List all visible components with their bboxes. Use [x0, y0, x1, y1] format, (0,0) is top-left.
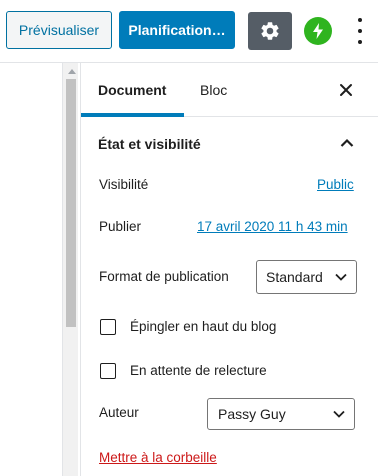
visibility-toggle-link[interactable]: Public — [317, 177, 354, 192]
panel-title: État et visibilité — [98, 136, 201, 152]
sidebar-tabs: Document Bloc — [81, 63, 378, 117]
author-label: Auteur — [99, 405, 139, 420]
settings-button[interactable] — [248, 12, 292, 50]
scroll-thumb[interactable] — [66, 79, 76, 327]
jetpack-button[interactable] — [304, 17, 332, 45]
more-vertical-icon — [358, 40, 362, 44]
editor-canvas — [0, 63, 62, 476]
sticky-checkbox[interactable] — [100, 319, 116, 335]
author-select[interactable]: Passy Guy — [207, 398, 355, 430]
more-vertical-icon — [358, 18, 362, 22]
visibility-label: Visibilité — [99, 177, 149, 192]
schedule-button[interactable]: Planification… — [119, 11, 235, 49]
status-visibility-panel-toggle[interactable]: État et visibilité — [81, 117, 378, 171]
sticky-label[interactable]: Épingler en haut du blog — [130, 319, 276, 334]
publish-date-link[interactable]: 17 avril 2020 11 h 43 min — [197, 219, 348, 234]
editor-scrollbar[interactable] — [62, 63, 78, 476]
chevron-up-icon — [340, 138, 354, 147]
chevron-down-icon — [333, 410, 345, 418]
post-format-select[interactable]: Standard — [256, 260, 357, 294]
move-to-trash-link[interactable]: Mettre à la corbeille — [99, 450, 217, 465]
post-format-label: Format de publication — [99, 269, 229, 284]
tab-block[interactable]: Bloc — [200, 63, 227, 116]
post-format-value: Standard — [266, 269, 323, 285]
gear-icon — [261, 22, 279, 40]
more-options-button[interactable] — [352, 18, 368, 44]
settings-sidebar: Document Bloc État et visibilité Visibil… — [80, 63, 378, 476]
publish-label: Publier — [99, 219, 142, 234]
scroll-up-arrow-icon[interactable] — [68, 69, 76, 74]
pending-review-label[interactable]: En attente de relecture — [130, 363, 267, 378]
tab-document[interactable]: Document — [98, 63, 166, 116]
jetpack-icon — [313, 23, 323, 39]
editor-toolbar: Prévisualiser Planification… — [0, 0, 378, 63]
close-icon[interactable] — [336, 80, 356, 100]
author-value: Passy Guy — [218, 406, 286, 422]
pending-review-checkbox[interactable] — [100, 363, 116, 379]
chevron-down-icon — [335, 273, 347, 281]
more-vertical-icon — [358, 29, 362, 33]
preview-button[interactable]: Prévisualiser — [6, 11, 112, 49]
